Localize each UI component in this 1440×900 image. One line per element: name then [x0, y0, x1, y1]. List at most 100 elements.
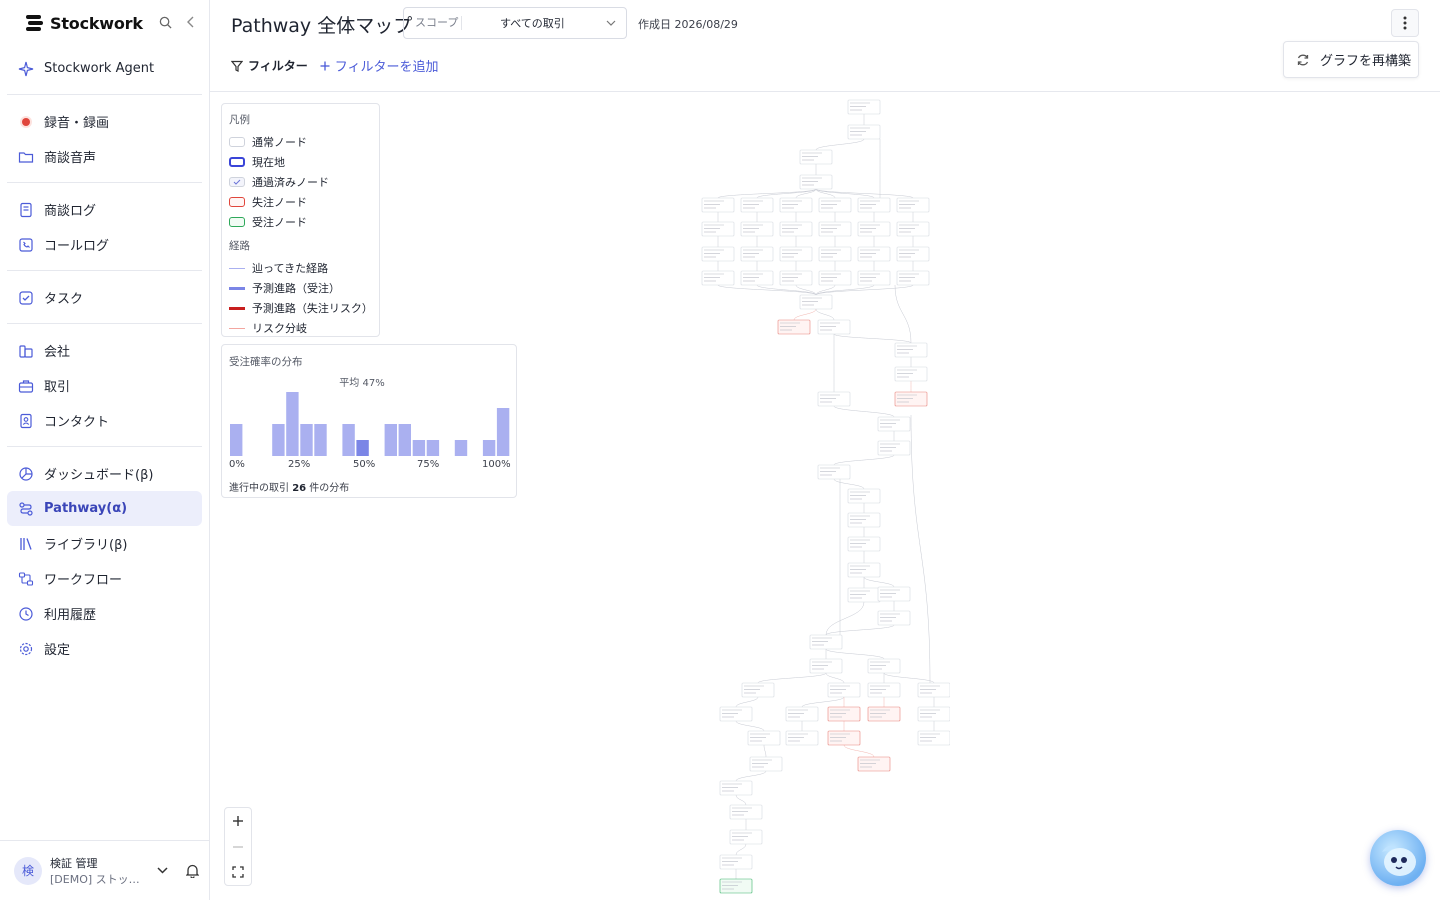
collapse-sidebar-icon[interactable]	[183, 14, 199, 30]
pathway-node[interactable]	[817, 319, 851, 335]
distribution-bar[interactable]	[384, 424, 397, 456]
pathway-node[interactable]	[877, 610, 911, 626]
pathway-node[interactable]	[740, 197, 774, 213]
pathway-node[interactable]	[894, 391, 928, 407]
pathway-node[interactable]	[740, 270, 774, 286]
pathway-node[interactable]	[799, 149, 833, 165]
pathway-node[interactable]	[827, 682, 861, 698]
user-menu[interactable]: 検 検証 管理 [DEMO] ストックワーク	[0, 840, 209, 900]
pathway-node[interactable]	[857, 756, 891, 772]
pathway-node[interactable]	[847, 124, 881, 140]
pathway-node[interactable]	[719, 854, 753, 870]
pathway-node[interactable]	[894, 342, 928, 358]
filter-button[interactable]: フィルター	[231, 57, 308, 74]
pathway-node[interactable]	[719, 878, 753, 894]
pathway-node[interactable]	[809, 658, 843, 674]
pathway-node[interactable]	[896, 246, 930, 262]
pathway-node[interactable]	[779, 270, 813, 286]
sidebar-item-log[interactable]: 商談ログ	[7, 192, 202, 227]
pathway-graph[interactable]	[690, 95, 950, 895]
pathway-node[interactable]	[785, 706, 819, 722]
pathway-node[interactable]	[818, 270, 852, 286]
distribution-bar[interactable]	[300, 424, 313, 456]
pathway-node[interactable]	[818, 221, 852, 237]
pathway-node[interactable]	[777, 319, 811, 335]
sidebar-item-history[interactable]: 利用履歴	[7, 596, 202, 631]
zoom-in-button[interactable]	[225, 808, 251, 834]
pathway-node[interactable]	[847, 587, 881, 603]
pathway-node[interactable]	[701, 197, 735, 213]
pathway-node[interactable]	[857, 221, 891, 237]
pathway-node[interactable]	[729, 829, 763, 845]
sidebar-item-library[interactable]: ライブラリ(β)	[7, 526, 202, 561]
search-icon[interactable]	[157, 14, 173, 30]
pathway-node[interactable]	[917, 706, 950, 722]
pathway-node[interactable]	[779, 221, 813, 237]
sidebar-item-contact[interactable]: コンタクト	[7, 403, 202, 438]
pathway-node[interactable]	[847, 512, 881, 528]
pathway-node[interactable]	[779, 246, 813, 262]
pathway-node[interactable]	[847, 488, 881, 504]
distribution-bar[interactable]	[412, 440, 426, 456]
distribution-bar[interactable]	[342, 424, 355, 456]
distribution-bar[interactable]	[426, 440, 440, 456]
pathway-node[interactable]	[857, 270, 891, 286]
pathway-node[interactable]	[741, 682, 775, 698]
scope-select[interactable]: スコープ すべての取引	[403, 7, 627, 39]
pathway-node[interactable]	[729, 804, 763, 820]
pathway-node[interactable]	[719, 780, 753, 796]
rebuild-graph-button[interactable]: グラフを再構築	[1283, 41, 1419, 78]
pathway-node[interactable]	[894, 366, 928, 382]
sidebar-item-record[interactable]: 録音・録画	[7, 104, 202, 139]
more-menu-button[interactable]	[1391, 9, 1419, 37]
pathway-node[interactable]	[857, 197, 891, 213]
fit-view-button[interactable]	[225, 859, 251, 885]
bell-icon[interactable]	[184, 863, 200, 879]
brand[interactable]: Stockwork	[24, 12, 143, 34]
pathway-node[interactable]	[719, 706, 753, 722]
pathway-node[interactable]	[896, 197, 930, 213]
pathway-node[interactable]	[799, 294, 833, 310]
pathway-node[interactable]	[867, 682, 901, 698]
distribution-bar[interactable]	[398, 424, 411, 456]
pathway-node[interactable]	[867, 706, 901, 722]
pathway-node[interactable]	[817, 391, 851, 407]
add-filter-button[interactable]: フィルターを追加	[320, 56, 439, 75]
agent-chat-button[interactable]	[1370, 830, 1426, 886]
distribution-bar[interactable]	[230, 424, 243, 456]
pathway-node[interactable]	[809, 634, 843, 650]
sidebar-item-phone[interactable]: コールログ	[7, 227, 202, 262]
pathway-node[interactable]	[877, 416, 911, 432]
pathway-node[interactable]	[817, 464, 851, 480]
distribution-bar[interactable]	[356, 440, 369, 456]
distribution-bar[interactable]	[496, 408, 510, 456]
sidebar-item-gear[interactable]: 設定	[7, 631, 202, 666]
pathway-node[interactable]	[827, 730, 861, 746]
distribution-bar[interactable]	[482, 440, 496, 456]
chevron-down-icon[interactable]	[154, 863, 170, 879]
pathway-node[interactable]	[917, 682, 950, 698]
pathway-node[interactable]	[701, 221, 735, 237]
pathway-node[interactable]	[799, 174, 833, 190]
pathway-node[interactable]	[896, 270, 930, 286]
pathway-node[interactable]	[847, 536, 881, 552]
pathway-node[interactable]	[701, 246, 735, 262]
sidebar-item-workflow[interactable]: ワークフロー	[7, 561, 202, 596]
pathway-node[interactable]	[740, 246, 774, 262]
distribution-bar[interactable]	[286, 392, 299, 456]
pathway-node[interactable]	[747, 730, 781, 746]
sidebar-item-sparkle[interactable]: Stockwork Agent	[7, 51, 202, 86]
pathway-node[interactable]	[867, 658, 901, 674]
sidebar-item-dashboard[interactable]: ダッシュボード(β)	[7, 456, 202, 491]
pathway-node[interactable]	[847, 562, 881, 578]
sidebar-item-briefcase[interactable]: 取引	[7, 368, 202, 403]
pathway-node[interactable]	[818, 246, 852, 262]
pathway-node[interactable]	[701, 270, 735, 286]
distribution-bar[interactable]	[454, 440, 468, 456]
pathway-node[interactable]	[857, 246, 891, 262]
pathway-node[interactable]	[847, 99, 881, 115]
distribution-bar[interactable]	[272, 424, 285, 456]
pathway-node[interactable]	[827, 706, 861, 722]
pathway-node[interactable]	[877, 586, 911, 602]
sidebar-item-pathway[interactable]: Pathway(α)	[7, 491, 202, 526]
